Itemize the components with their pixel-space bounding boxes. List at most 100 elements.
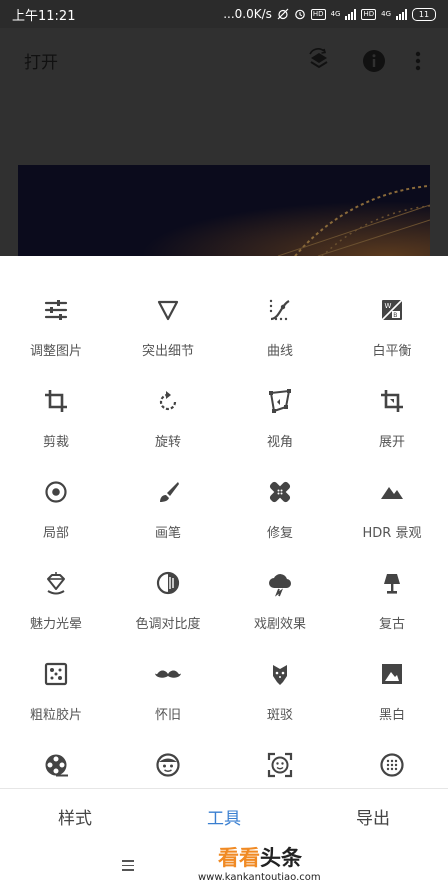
- face-icon: [156, 753, 180, 777]
- open-button[interactable]: 打开: [24, 48, 58, 73]
- layers-history-icon[interactable]: [306, 48, 332, 74]
- tool-item[interactable]: 曲线: [224, 280, 336, 371]
- tool-label: 局部: [42, 526, 69, 541]
- info-icon[interactable]: [361, 48, 387, 74]
- tool-label: 黑白: [378, 708, 405, 723]
- tool-label: 修复: [266, 526, 293, 541]
- battery-icon: 11: [412, 7, 436, 21]
- dots-circle-icon: [380, 753, 404, 777]
- tool-item[interactable]: 局部: [0, 462, 112, 553]
- bottom-tab-bar: 样式 工具 导出: [0, 788, 448, 843]
- tool-item[interactable]: W B 白平衡: [336, 280, 448, 371]
- svg-text:W: W: [385, 302, 392, 310]
- mustache-icon: [155, 670, 181, 678]
- tool-item[interactable]: 黑白: [336, 644, 448, 735]
- clock: 上午11:21: [12, 8, 76, 24]
- tool-label: 粗粒胶片: [29, 708, 82, 723]
- tool-item[interactable]: 调整图片: [0, 280, 112, 371]
- app-bar: 打开: [0, 28, 448, 92]
- tool-label: 突出细节: [141, 344, 194, 359]
- network-type-label: 4G: [330, 10, 341, 18]
- tool-item[interactable]: 怀旧: [112, 644, 224, 735]
- crop-icon: [45, 390, 67, 412]
- tool-label: 戏剧效果: [253, 617, 306, 632]
- ferris-wheel-image: [18, 165, 430, 256]
- tool-item[interactable]: 色调对比度: [112, 553, 224, 644]
- drama-cloud-icon: [269, 574, 292, 597]
- network-speed: ...0.0K/s: [223, 7, 272, 21]
- vintage-lamp-icon: [384, 574, 400, 594]
- tool-label: 曲线: [266, 344, 293, 359]
- tool-label: 色调对比度: [135, 617, 201, 632]
- tool-label: 斑驳: [266, 708, 293, 723]
- grainy-film-icon: [44, 662, 68, 686]
- brush-icon: [160, 482, 179, 502]
- tool-label: 画笔: [154, 526, 181, 541]
- signal-icon: [345, 8, 357, 20]
- alarm-off-icon: [277, 8, 289, 20]
- tab-styles[interactable]: 样式: [0, 804, 150, 829]
- tune-sliders-icon: [44, 300, 68, 320]
- tool-item[interactable]: [112, 735, 224, 788]
- tool-label: 白平衡: [372, 344, 412, 359]
- tool-label: 剪裁: [42, 435, 69, 450]
- hd-badge: HD: [361, 8, 377, 20]
- tool-item[interactable]: [224, 735, 336, 788]
- tool-item[interactable]: 魅力光晕: [0, 553, 112, 644]
- tool-item[interactable]: 剪裁: [0, 371, 112, 462]
- grunge-icon: [273, 665, 287, 685]
- signal-icon: [396, 8, 407, 20]
- tool-item[interactable]: 修复: [224, 462, 336, 553]
- tool-label: 魅力光晕: [29, 617, 82, 632]
- tool-label: 怀旧: [154, 708, 181, 723]
- tool-label: 视角: [266, 435, 293, 450]
- face-detect-icon: [267, 752, 293, 778]
- menu-icon[interactable]: [122, 860, 134, 874]
- film-reel-icon: [45, 754, 68, 777]
- tool-item[interactable]: 戏剧效果: [224, 553, 336, 644]
- watermark-logo-b: 头条: [260, 846, 302, 870]
- alarm-icon: [295, 9, 305, 20]
- curves-icon: [269, 299, 290, 321]
- tool-item[interactable]: 斑驳: [224, 644, 336, 735]
- tool-label: 调整图片: [29, 344, 82, 359]
- mountain-icon: [381, 487, 403, 499]
- tool-item[interactable]: 视角: [224, 371, 336, 462]
- tool-label: 展开: [378, 435, 405, 450]
- tool-label: 复古: [378, 617, 405, 632]
- triangle-down-icon: [157, 300, 179, 321]
- selective-icon: [45, 481, 67, 503]
- tab-export[interactable]: 导出: [298, 804, 448, 829]
- tool-item[interactable]: [0, 735, 112, 788]
- expand-icon: [381, 390, 403, 412]
- status-bar: 上午11:21 ...0.0K/s HD 4G HD 4G 11: [0, 0, 448, 28]
- hd-badge: HD: [310, 8, 326, 20]
- tool-item[interactable]: HDR 景观: [336, 462, 448, 553]
- more-vert-icon[interactable]: [412, 48, 424, 74]
- tool-item[interactable]: 粗粒胶片: [0, 644, 112, 735]
- photo-area: [0, 92, 448, 256]
- tool-item[interactable]: 展开: [336, 371, 448, 462]
- tab-tools[interactable]: 工具: [150, 804, 298, 829]
- white-balance-icon: WB: [381, 299, 403, 321]
- status-icons: ...0.0K/s HD 4G HD 4G 11: [223, 7, 436, 21]
- watermark-logo: 看看头条: [218, 842, 302, 872]
- tool-item[interactable]: 旋转: [112, 371, 224, 462]
- tool-item[interactable]: 复古: [336, 553, 448, 644]
- watermark-logo-a: 看看: [218, 846, 260, 870]
- tool-label: 旋转: [154, 435, 181, 450]
- photo-preview[interactable]: [18, 165, 430, 256]
- perspective-icon: [269, 389, 291, 413]
- network-type-label: 4G: [381, 10, 391, 18]
- tools-sheet: 调整图片 突出细节 曲线 W B 白平衡剪裁 旋转 视角 展开局部 画笔 修复 HDR 景观魅力光晕 色…: [0, 256, 448, 788]
- tool-item[interactable]: [336, 735, 448, 788]
- tool-item[interactable]: 突出细节: [112, 280, 224, 371]
- tool-item[interactable]: 画笔: [112, 462, 224, 553]
- watermark-url: www.kankantoutiao.com: [198, 872, 321, 883]
- svg-text:B: B: [393, 312, 397, 319]
- black-white-icon: [382, 664, 402, 684]
- tool-label: HDR 景观: [362, 526, 422, 541]
- tools-grid: 调整图片 突出细节 曲线 W B 白平衡剪裁 旋转 视角 展开局部 画笔 修复 HDR 景观魅力光晕 色…: [0, 280, 448, 788]
- healing-icon: [269, 481, 291, 503]
- rotate-icon: [159, 391, 177, 411]
